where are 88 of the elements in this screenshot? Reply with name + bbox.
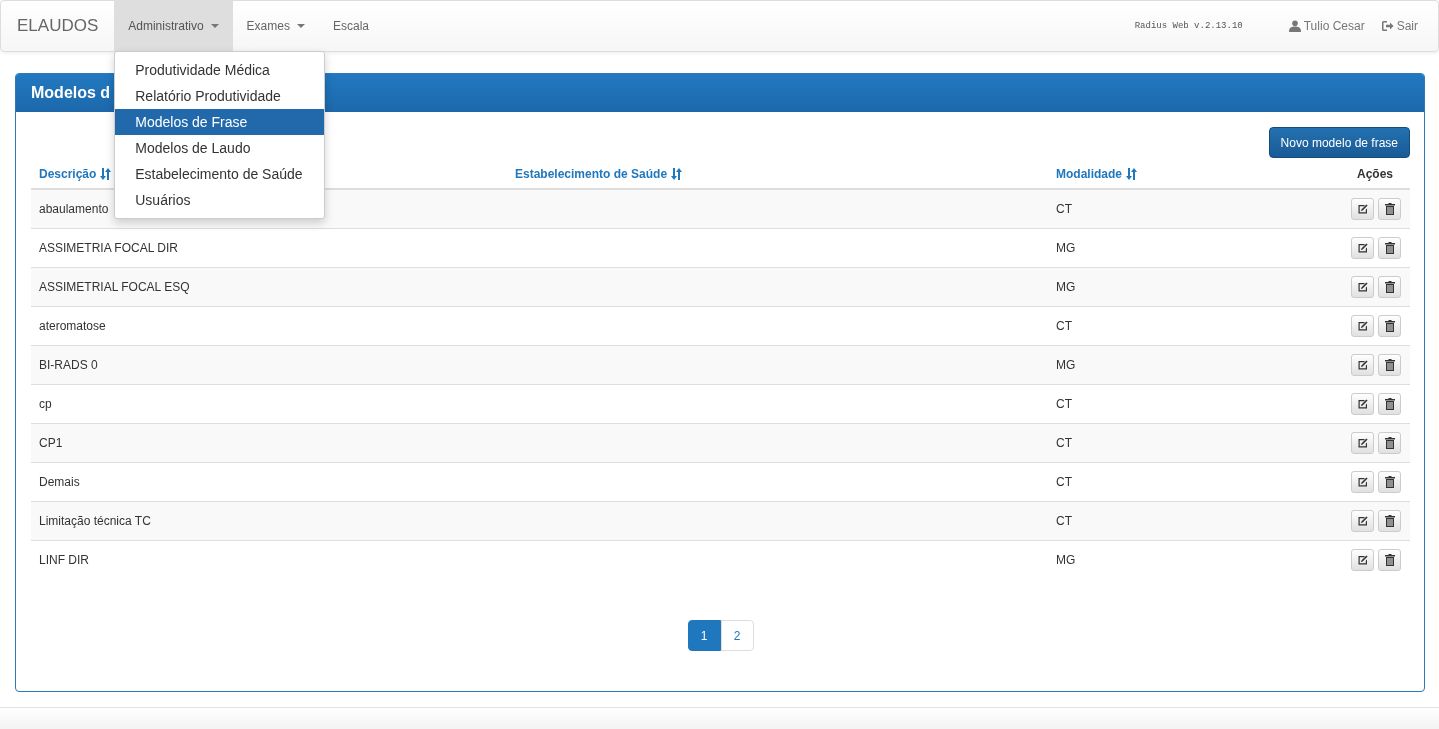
sortable-column-header[interactable]: Estabelecimento de Saúde xyxy=(515,166,683,181)
edit-button[interactable] xyxy=(1351,432,1374,454)
delete-button[interactable] xyxy=(1378,276,1401,298)
edit-button[interactable] xyxy=(1351,471,1374,493)
table-cell: CT xyxy=(1056,202,1072,216)
edit-icon xyxy=(1357,320,1368,332)
table-cell: ASSIMETRIAL FOCAL ESQ xyxy=(39,280,190,294)
sortable-column-header[interactable]: Modalidade xyxy=(1056,166,1137,181)
edit-icon xyxy=(1357,515,1368,527)
edit-button[interactable] xyxy=(1351,393,1374,415)
delete-button[interactable] xyxy=(1378,510,1401,532)
new-model-button[interactable]: Novo modelo de frase xyxy=(1268,127,1410,158)
edit-button[interactable] xyxy=(1351,315,1374,337)
edit-icon xyxy=(1357,398,1368,410)
caret-icon xyxy=(296,24,305,28)
delete-button[interactable] xyxy=(1378,471,1401,493)
edit-button[interactable] xyxy=(1351,549,1374,571)
delete-button[interactable] xyxy=(1378,237,1401,259)
delete-button[interactable] xyxy=(1378,315,1401,337)
table-cell: CP1 xyxy=(39,436,63,450)
delete-button[interactable] xyxy=(1378,393,1401,415)
table-cell: CT xyxy=(1056,436,1072,450)
edit-icon xyxy=(1357,476,1368,488)
edit-button[interactable] xyxy=(1351,510,1374,532)
edit-icon xyxy=(1357,554,1368,566)
table-cell: MG xyxy=(1056,553,1076,567)
edit-button[interactable] xyxy=(1351,198,1374,220)
sort-icon xyxy=(1126,167,1137,180)
table-cell: CT xyxy=(1056,514,1072,528)
brand-logo[interactable]: ELAUDOS xyxy=(17,16,99,36)
menu-item[interactable]: Produtividade Médica xyxy=(115,57,325,83)
delete-button[interactable] xyxy=(1378,549,1401,571)
edit-button[interactable] xyxy=(1351,237,1374,259)
edit-icon xyxy=(1357,281,1368,293)
table-cell: ateromatose xyxy=(39,319,106,333)
user-link[interactable]: Tulio Cesar xyxy=(1288,19,1365,33)
edit-icon xyxy=(1357,359,1368,371)
menu-link[interactable]: Escala xyxy=(318,1,383,51)
trash-icon xyxy=(1384,398,1395,410)
table-cell: BI-RADS 0 xyxy=(39,358,98,372)
menu-dropdown[interactable]: Exames xyxy=(232,1,319,51)
delete-button[interactable] xyxy=(1378,354,1401,376)
panel-title: Modelos d xyxy=(31,84,111,102)
table-cell: LINF DIR xyxy=(39,553,89,567)
menu-item[interactable]: Estabelecimento de Saúde xyxy=(115,161,325,187)
version-label: Radius Web v.2.13.10 xyxy=(1134,21,1243,31)
edit-icon xyxy=(1357,203,1368,215)
trash-icon xyxy=(1384,203,1395,215)
delete-button[interactable] xyxy=(1378,432,1401,454)
edit-button[interactable] xyxy=(1351,276,1374,298)
edit-button[interactable] xyxy=(1351,354,1374,376)
sort-icon xyxy=(671,167,683,180)
logout-link[interactable]: Sair xyxy=(1380,19,1418,33)
table-cell: ASSIMETRIA FOCAL DIR xyxy=(39,241,178,255)
trash-icon xyxy=(1384,476,1395,488)
trash-icon xyxy=(1384,515,1395,527)
caret-icon xyxy=(210,24,219,28)
trash-icon xyxy=(1384,320,1395,332)
logout-icon xyxy=(1380,20,1394,32)
delete-button[interactable] xyxy=(1378,198,1401,220)
menu-item[interactable]: Modelos de Laudo xyxy=(115,135,325,161)
table-cell: MG xyxy=(1056,241,1076,255)
trash-icon xyxy=(1384,554,1395,566)
table-cell: Limitação técnica TC xyxy=(39,514,151,528)
table-cell: MG xyxy=(1056,280,1076,294)
user-icon xyxy=(1288,20,1301,32)
menu-dropdown[interactable]: Administrativo xyxy=(114,1,233,51)
menu-item[interactable]: Modelos de Frase xyxy=(115,109,325,135)
edit-icon xyxy=(1357,437,1368,449)
sort-icon xyxy=(100,167,112,180)
table-cell: CT xyxy=(1056,319,1072,333)
table-cell: MG xyxy=(1056,358,1076,372)
sortable-column-header[interactable]: Descrição xyxy=(39,166,112,181)
table-cell: Demais xyxy=(39,475,80,489)
table-cell: abaulamento xyxy=(39,202,109,216)
page-link[interactable]: 1 xyxy=(687,620,721,651)
page-link[interactable]: 2 xyxy=(720,620,754,651)
table-cell: CT xyxy=(1056,475,1072,489)
edit-icon xyxy=(1357,242,1368,254)
menu-item[interactable]: Relatório Produtividade xyxy=(115,83,325,109)
trash-icon xyxy=(1384,359,1395,371)
table-cell: cp xyxy=(39,397,52,411)
column-header: Ações xyxy=(1356,166,1393,181)
menu-item[interactable]: Usuários xyxy=(115,187,325,213)
trash-icon xyxy=(1384,437,1395,449)
trash-icon xyxy=(1384,242,1395,254)
trash-icon xyxy=(1384,281,1395,293)
table-cell: CT xyxy=(1056,397,1072,411)
